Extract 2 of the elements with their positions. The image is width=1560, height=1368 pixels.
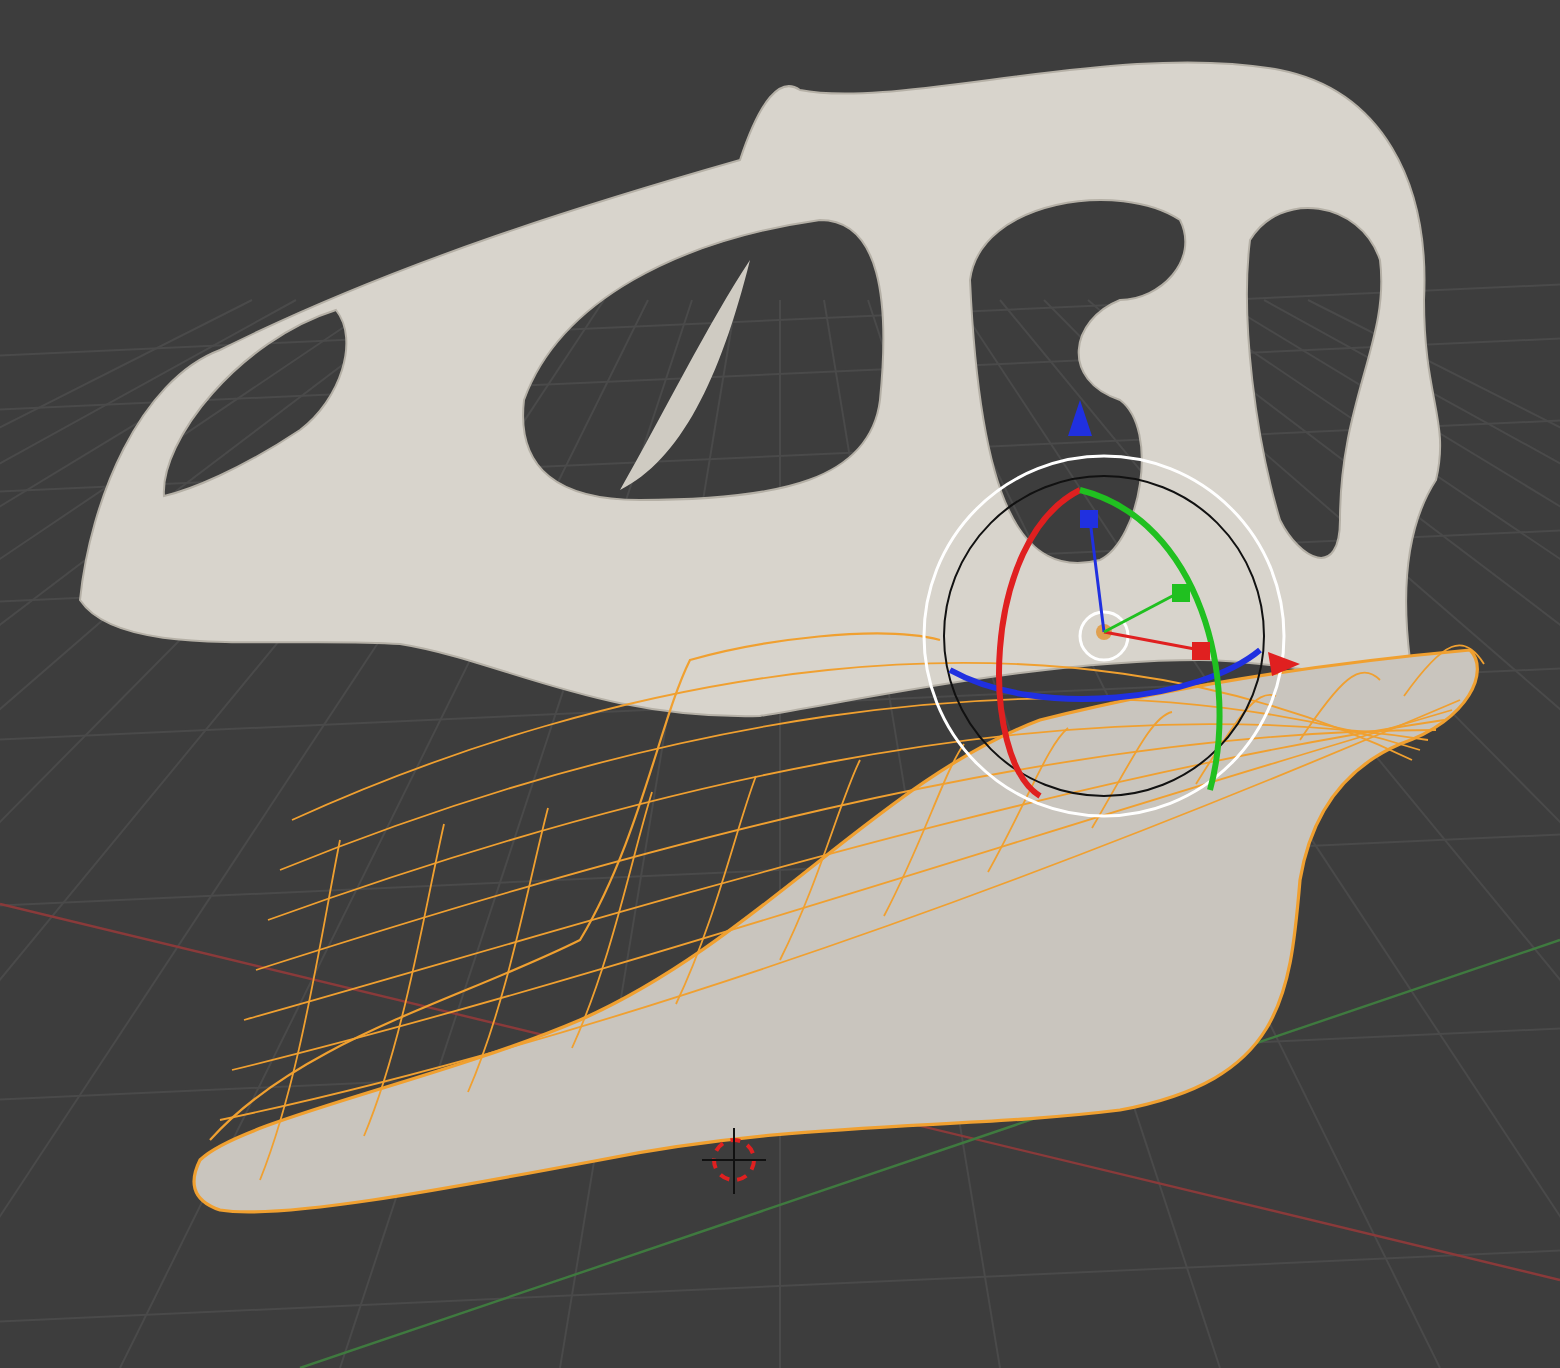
- cursor-icon: [701, 1127, 767, 1195]
- rotate-gizmo-drawing[interactable]: [922, 400, 1300, 818]
